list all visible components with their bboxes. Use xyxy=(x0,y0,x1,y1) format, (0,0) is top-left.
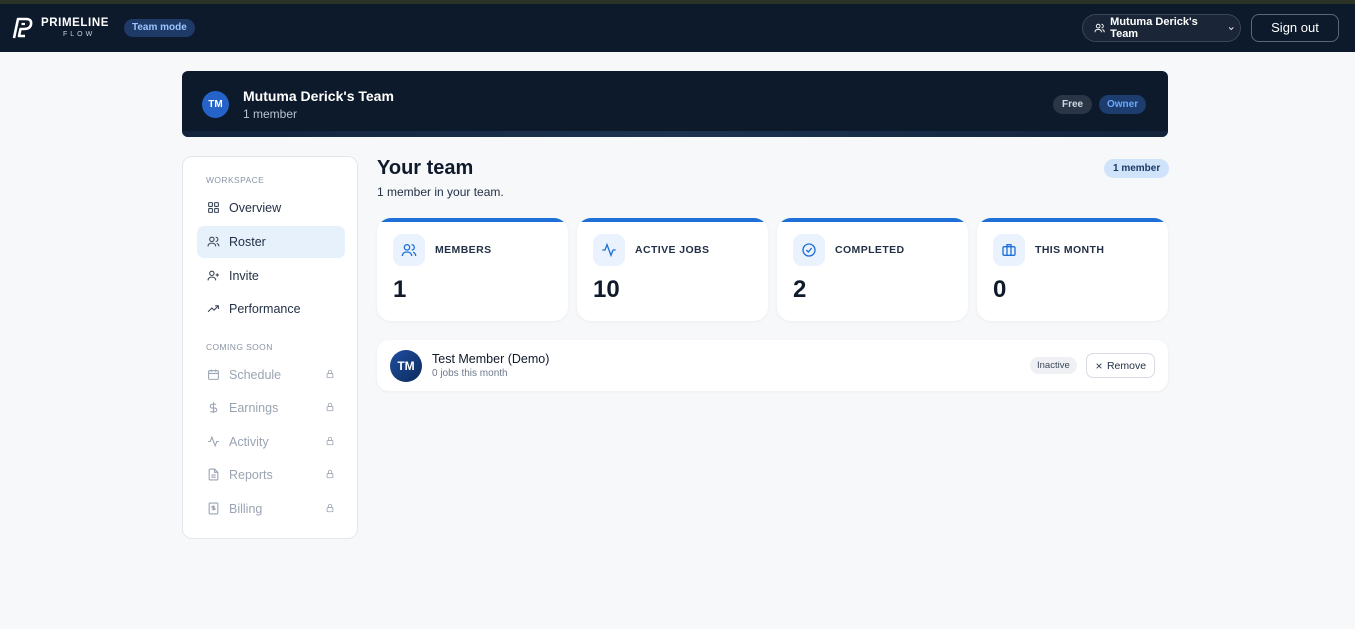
stat-label: THIS MONTH xyxy=(1035,244,1105,256)
team-member-count: 1 member xyxy=(243,107,298,121)
sidebar-item-schedule: Schedule xyxy=(197,359,345,391)
activity-icon xyxy=(593,234,625,266)
sidebar-item-billing: Billing xyxy=(197,493,345,525)
remove-member-button[interactable]: Remove xyxy=(1086,353,1155,378)
lock-icon xyxy=(326,369,334,379)
sign-out-button[interactable]: Sign out xyxy=(1251,14,1339,42)
activity-icon xyxy=(207,435,221,449)
sidebar-item-performance[interactable]: Performance xyxy=(197,293,345,325)
sidebar-item-label: Billing xyxy=(229,502,263,516)
sidebar-item-roster[interactable]: Roster xyxy=(197,226,345,258)
team-avatar: TM xyxy=(202,91,229,118)
team-selector-label: Mutuma Derick's Team xyxy=(1110,16,1198,40)
workspace-heading: WORKSPACE xyxy=(206,175,265,185)
stat-value: 0 xyxy=(993,276,1007,303)
sidebar-item-label: Invite xyxy=(229,269,259,283)
sidebar-item-label: Roster xyxy=(229,235,266,249)
status-badge: Inactive xyxy=(1030,357,1077,374)
stat-label: COMPLETED xyxy=(835,244,905,256)
user-plus-icon xyxy=(207,269,221,283)
check-circle-icon xyxy=(793,234,825,266)
remove-label: Remove xyxy=(1106,359,1147,372)
sidebar-item-label: Earnings xyxy=(229,401,279,415)
lock-icon xyxy=(326,402,334,412)
grid-icon xyxy=(207,201,221,215)
dollar-icon xyxy=(207,401,221,415)
team-banner: TM Mutuma Derick's Team 1 member Free Ow… xyxy=(182,71,1168,137)
sidebar-item-earnings: Earnings xyxy=(197,392,345,424)
stat-card-active-jobs: ACTIVE JOBS 10 xyxy=(577,218,768,321)
logo-line1: PRIMELINE xyxy=(41,17,110,30)
stat-value: 2 xyxy=(793,276,807,303)
file-icon xyxy=(207,468,221,482)
top-nav: PRIMELINE FLOW Team mode Mutuma Derick's… xyxy=(0,0,1355,52)
receipt-icon xyxy=(207,502,221,516)
sidebar-item-label: Activity xyxy=(229,435,269,449)
users-icon xyxy=(207,235,221,249)
logo-mark-icon xyxy=(12,17,33,39)
close-icon xyxy=(1096,362,1102,369)
sidebar: WORKSPACE Overview Roster Invite Perform… xyxy=(182,156,358,539)
member-count-badge: 1 member xyxy=(1104,159,1170,178)
stat-value: 10 xyxy=(593,276,620,303)
role-badge: Owner xyxy=(1099,95,1147,114)
calendar-icon xyxy=(207,368,221,382)
team-mode-badge: Team mode xyxy=(124,19,195,37)
sidebar-item-overview[interactable]: Overview xyxy=(197,192,345,224)
sidebar-item-label: Overview xyxy=(229,201,282,215)
stat-label: MEMBERS xyxy=(435,244,492,256)
users-icon xyxy=(393,234,425,266)
chevron-down-icon xyxy=(1228,26,1234,30)
member-avatar: TM xyxy=(390,350,422,382)
sidebar-item-label: Schedule xyxy=(229,368,282,382)
sidebar-item-activity: Activity xyxy=(197,426,345,458)
stat-label: ACTIVE JOBS xyxy=(635,244,710,256)
page-title: Your team xyxy=(377,157,474,179)
lock-icon xyxy=(326,436,334,446)
member-jobs: 0 jobs this month xyxy=(432,368,508,379)
sidebar-item-reports: Reports xyxy=(197,459,345,491)
stat-card-members: MEMBERS 1 xyxy=(377,218,568,321)
team-name: Mutuma Derick's Team xyxy=(243,88,394,104)
page-subtitle: 1 member in your team. xyxy=(377,185,504,199)
plan-badge: Free xyxy=(1053,95,1093,114)
users-icon xyxy=(1094,23,1105,33)
stat-card-completed: COMPLETED 2 xyxy=(777,218,968,321)
sidebar-item-label: Reports xyxy=(229,468,273,482)
stat-value: 1 xyxy=(393,276,407,303)
coming-soon-heading: COMING SOON xyxy=(206,342,273,352)
sidebar-item-invite[interactable]: Invite xyxy=(197,260,345,292)
sidebar-item-label: Performance xyxy=(229,302,301,316)
member-row: TM Test Member (Demo) 0 jobs this month … xyxy=(377,340,1168,391)
trending-up-icon xyxy=(207,302,221,316)
logo-line2: FLOW xyxy=(63,30,96,38)
member-name: Test Member (Demo) xyxy=(432,352,550,366)
lock-icon xyxy=(326,469,334,479)
stat-card-this-month: THIS MONTH 0 xyxy=(977,218,1168,321)
briefcase-icon xyxy=(993,234,1025,266)
brand-logo[interactable]: PRIMELINE FLOW xyxy=(11,16,109,40)
lock-icon xyxy=(326,503,334,513)
team-selector[interactable]: Mutuma Derick's Team xyxy=(1082,14,1241,42)
